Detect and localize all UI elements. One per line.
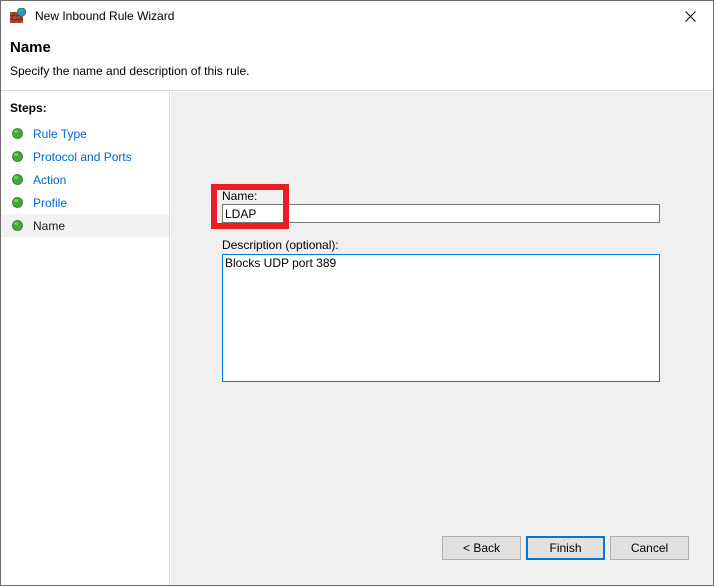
close-icon[interactable]: [668, 1, 713, 31]
step-bullet-icon: [12, 128, 23, 139]
sidebar-item-label: Name: [33, 218, 66, 233]
step-bullet-icon: [12, 151, 23, 162]
page-header: Name Specify the name and description of…: [1, 31, 713, 91]
sidebar-item-rule-type[interactable]: Rule Type: [1, 122, 169, 145]
sidebar-item-profile[interactable]: Profile: [1, 191, 169, 214]
page-subtitle: Specify the name and description of this…: [10, 64, 250, 78]
firewall-globe-icon: [10, 7, 27, 24]
sidebar-item-label: Action: [33, 172, 67, 187]
sidebar-item-protocol-and-ports[interactable]: Protocol and Ports: [1, 145, 169, 168]
description-input[interactable]: [222, 254, 660, 382]
steps-list: Rule Type Protocol and Ports Action Prof…: [1, 122, 169, 237]
sidebar-item-label: Rule Type: [33, 126, 87, 141]
sidebar-item-action[interactable]: Action: [1, 168, 169, 191]
step-bullet-icon: [12, 220, 23, 231]
name-field-label: Name:: [222, 189, 258, 203]
sidebar-item-label: Protocol and Ports: [33, 149, 132, 164]
steps-sidebar: Steps: Rule Type Protocol and Ports Acti…: [1, 92, 170, 585]
description-field-label: Description (optional):: [222, 238, 339, 252]
window-title: New Inbound Rule Wizard: [35, 9, 175, 23]
page-title: Name: [10, 39, 51, 56]
sidebar-item-name[interactable]: Name: [1, 214, 169, 237]
step-bullet-icon: [12, 197, 23, 208]
name-input[interactable]: [222, 204, 660, 223]
step-bullet-icon: [12, 174, 23, 185]
title-bar: New Inbound Rule Wizard: [1, 1, 713, 31]
button-row: < Back Finish Cancel: [171, 536, 713, 566]
cancel-button[interactable]: Cancel: [610, 536, 689, 560]
back-button[interactable]: < Back: [442, 536, 521, 560]
content-panel: Name: Description (optional): < Back Fin…: [171, 92, 713, 585]
wizard-window: New Inbound Rule Wizard Name Specify the…: [0, 0, 714, 586]
steps-heading: Steps:: [10, 101, 47, 115]
finish-button[interactable]: Finish: [526, 536, 605, 560]
sidebar-item-label: Profile: [33, 195, 68, 210]
